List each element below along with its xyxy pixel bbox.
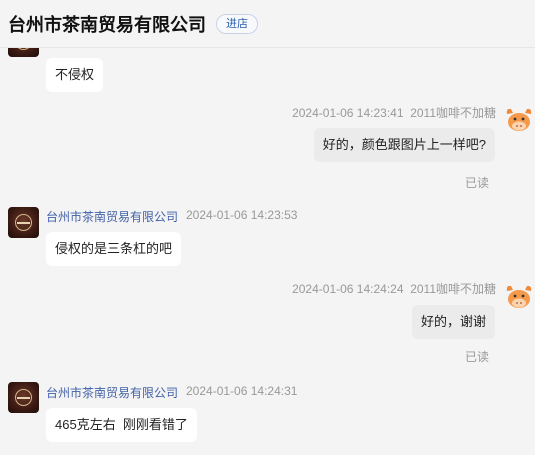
read-status: 已读 — [464, 176, 489, 190]
message-bubble: 好的，谢谢 — [411, 305, 495, 339]
message-bubble: 不侵权 — [46, 58, 104, 92]
enter-shop-button[interactable]: 进店 — [216, 13, 258, 34]
shop-avatar[interactable] — [8, 207, 39, 238]
message-bubble: 好的，颜色跟图片上一样吧? — [313, 128, 495, 162]
user-avatar-icon[interactable] — [504, 104, 534, 134]
sender-name: 台州市茶南贸易有限公司 — [46, 386, 179, 400]
message-time: 2024-01-06 14:23:53 — [186, 208, 298, 222]
chat-message-list[interactable]: 不侵权 2024-01-06 14:23:41 2011咖啡不加糖 好的，颜色跟… — [0, 48, 535, 455]
sender-name: 台州市茶南贸易有限公司 — [46, 210, 179, 224]
read-status: 已读 — [464, 350, 489, 364]
shop-title: 台州市茶南贸易有限公司 — [8, 14, 206, 35]
shop-avatar[interactable] — [8, 48, 39, 57]
message-bubble: 侵权的是三条杠的吧 — [46, 232, 182, 266]
message-meta: 2024-01-06 14:24:24 2011咖啡不加糖 — [292, 280, 496, 297]
sender-name: 2011咖啡不加糖 — [410, 282, 496, 296]
message-time: 2024-01-06 14:23:41 — [292, 106, 404, 120]
message-time: 2024-01-06 14:24:24 — [292, 282, 404, 296]
sender-name: 2011咖啡不加糖 — [410, 106, 496, 120]
message-meta: 2024-01-06 14:23:41 2011咖啡不加糖 — [292, 104, 496, 121]
message-bubble: 465克左右 刚刚看错了 — [46, 408, 197, 442]
shop-avatar[interactable] — [8, 382, 39, 413]
message-time: 2024-01-06 14:24:31 — [186, 384, 298, 398]
chat-header: 台州市茶南贸易有限公司 进店 — [0, 0, 535, 48]
user-avatar-icon[interactable] — [504, 281, 534, 311]
